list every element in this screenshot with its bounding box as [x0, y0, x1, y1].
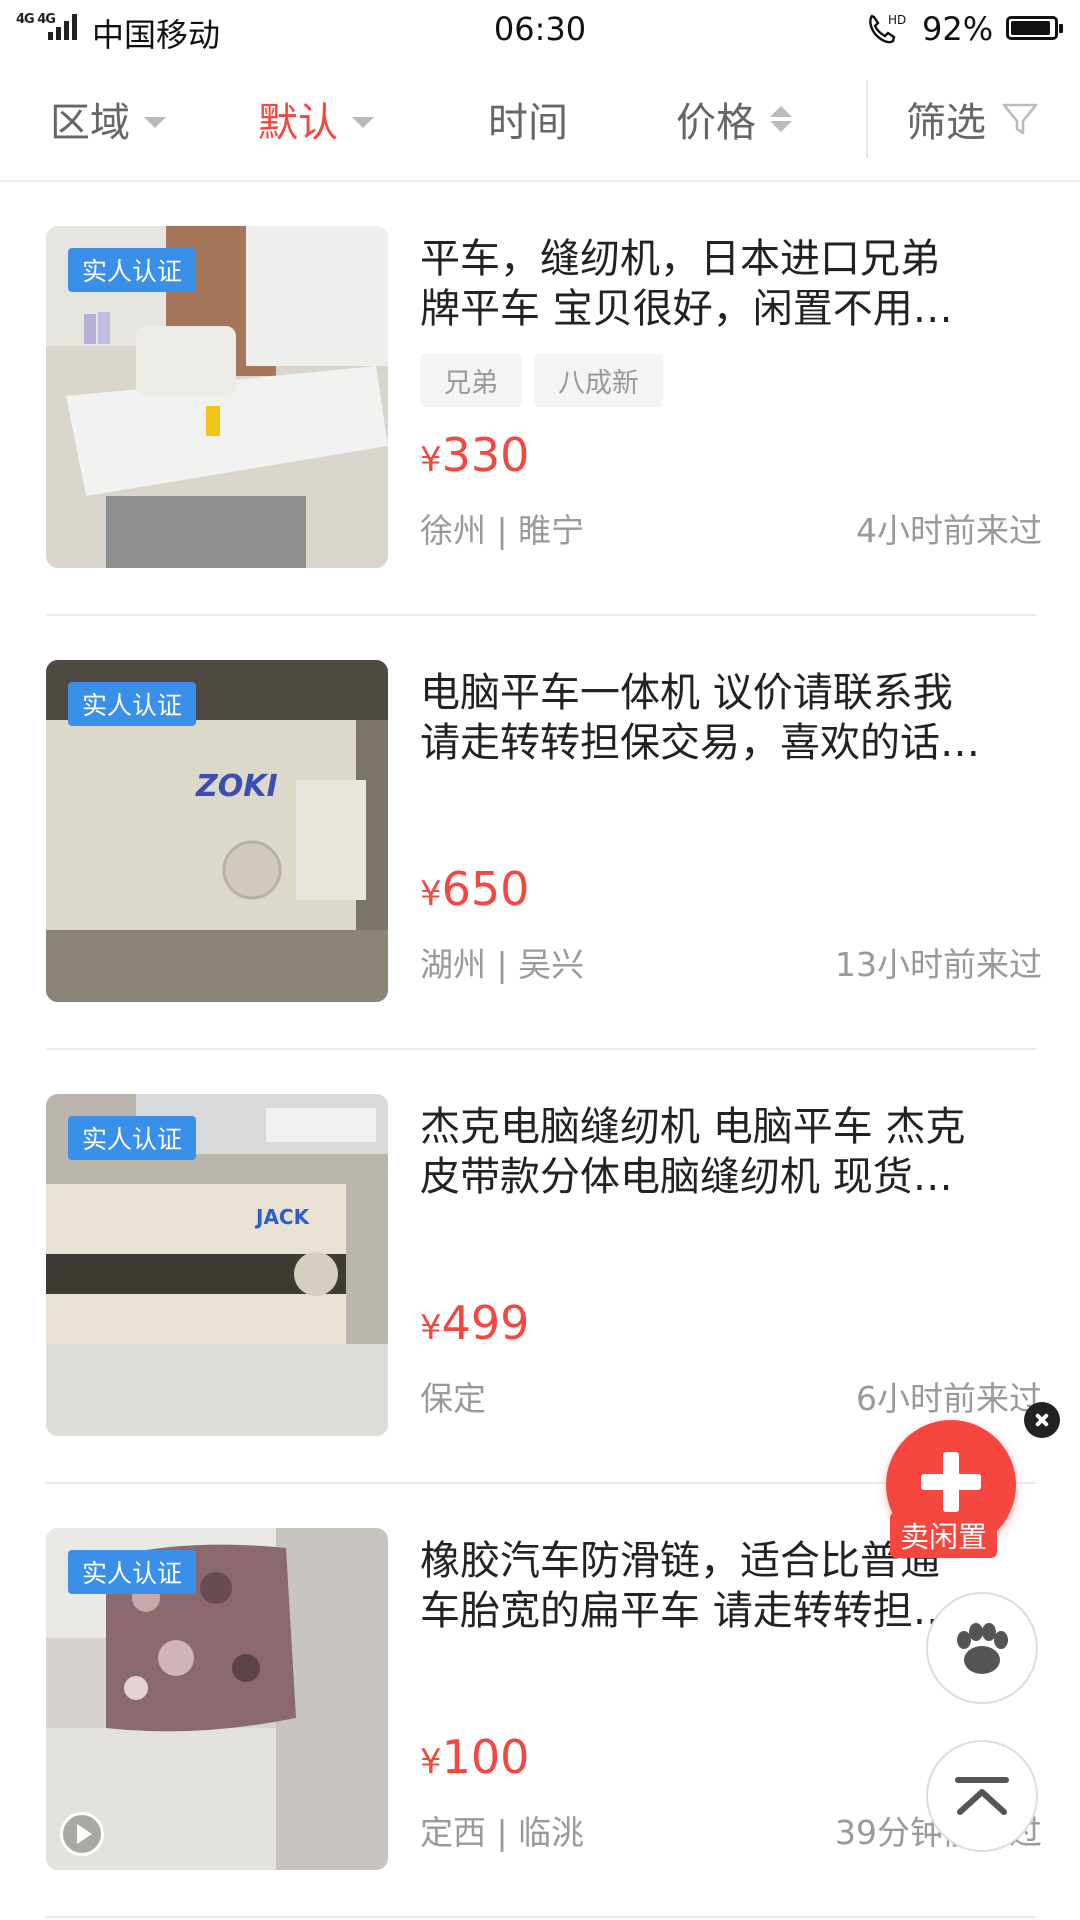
paw-button[interactable]	[926, 1592, 1038, 1704]
list-item[interactable]: 实人认证 平车，缝纫机，日本进口兄弟 牌平车 宝贝很好，闲置不用… 兄弟 八成新…	[46, 182, 1042, 614]
item-title-line: 牌平车 宝贝很好，闲置不用…	[420, 286, 953, 332]
tag: 八成新	[534, 354, 663, 407]
plus-icon-bar	[921, 1474, 981, 1490]
currency-symbol: ¥	[420, 440, 442, 480]
item-photo[interactable]: 实人认证	[46, 1528, 388, 1870]
item-title-line: 请走转转担保交易，喜欢的话…	[420, 720, 980, 766]
filter-more-label: 筛选	[906, 100, 986, 146]
currency-symbol: ¥	[420, 1742, 442, 1782]
item-photo[interactable]: 实人认证	[46, 226, 388, 568]
funnel-icon	[1002, 103, 1038, 135]
item-location: 湖州 | 吴兴	[420, 945, 585, 984]
verified-badge: 实人认证	[68, 682, 197, 726]
currency-symbol: ¥	[420, 1308, 442, 1348]
hd-label: HD	[888, 13, 906, 27]
divider	[46, 1916, 1036, 1918]
item-title-line: 杰克电脑缝纫机 电脑平车 杰克	[420, 1104, 966, 1150]
filter-default-label: 默认	[258, 100, 338, 146]
price-value: 100	[441, 1730, 530, 1784]
hd-call-icon: HD	[869, 13, 906, 44]
clock: 06:30	[493, 10, 587, 48]
item-price: ¥100	[420, 1730, 529, 1784]
status-bar: 4G 4G 中国移动 06:30 HD 92%	[0, 0, 1080, 58]
item-location: 保定	[420, 1379, 486, 1418]
price-value: 330	[441, 428, 530, 482]
filter-divider	[866, 80, 868, 158]
list-item[interactable]: 实人认证 橡胶汽车防滑链，适合比普通 车胎宽的扁平车 请走转转担… ¥100 定…	[46, 1484, 1042, 1916]
seller-last-seen: 6小时前来过	[856, 1379, 1042, 1418]
item-price: ¥330	[420, 428, 529, 482]
list-item[interactable]: JACK 实人认证 杰克电脑缝纫机 电脑平车 杰克 皮带款分体电脑缝纫机 现货……	[46, 1050, 1042, 1482]
price-value: 499	[441, 1296, 530, 1350]
item-location: 徐州 | 睢宁	[420, 511, 585, 550]
verified-badge: 实人认证	[68, 248, 197, 292]
filter-price-label: 价格	[676, 100, 756, 146]
seller-last-seen: 4小时前来过	[856, 511, 1042, 550]
item-price: ¥499	[420, 1296, 529, 1350]
seller-last-seen: 13小时前来过	[835, 945, 1042, 984]
close-icon[interactable]	[1024, 1402, 1060, 1438]
tag: 兄弟	[420, 354, 522, 407]
play-icon[interactable]	[60, 1812, 104, 1856]
filter-bar: 区域 默认 时间 价格 筛选	[0, 58, 1080, 182]
filter-region[interactable]: 区域	[50, 90, 166, 148]
filter-more[interactable]: 筛选	[906, 90, 1040, 148]
filter-time-label: 时间	[488, 100, 568, 146]
list-item[interactable]: ZOKI 实人认证 电脑平车一体机 议价请联系我 请走转转担保交易，喜欢的话… …	[46, 616, 1042, 1048]
item-title-line: 电脑平车一体机 议价请联系我	[420, 670, 953, 716]
item-title[interactable]: 杰克电脑缝纫机 电脑平车 杰克 皮带款分体电脑缝纫机 现货…	[420, 1102, 1024, 1202]
price-value: 650	[441, 862, 530, 916]
paw-icon	[957, 1623, 1008, 1674]
back-to-top-icon	[955, 1777, 1009, 1815]
item-tags: 兄弟 八成新	[420, 354, 663, 407]
item-photo[interactable]: ZOKI 实人认证	[46, 660, 388, 1002]
brand-label: ZOKI	[195, 769, 278, 804]
battery-fill	[1011, 21, 1050, 35]
item-title-line: 皮带款分体电脑缝纫机 现货…	[420, 1154, 953, 1200]
sort-icon	[770, 106, 792, 132]
item-title[interactable]: 电脑平车一体机 议价请联系我 请走转转担保交易，喜欢的话…	[420, 668, 1024, 768]
brand-label: JACK	[254, 1205, 311, 1229]
battery-percent: 92%	[922, 10, 994, 48]
filter-default[interactable]: 默认	[258, 90, 374, 148]
item-photo[interactable]: JACK 实人认证	[46, 1094, 388, 1436]
verified-badge: 实人认证	[68, 1116, 197, 1160]
back-to-top-button[interactable]	[926, 1740, 1038, 1852]
item-title[interactable]: 平车，缝纫机，日本进口兄弟 牌平车 宝贝很好，闲置不用…	[420, 234, 1024, 334]
item-location: 定西 | 临洮	[420, 1813, 585, 1852]
verified-badge: 实人认证	[68, 1550, 197, 1594]
chevron-down-icon	[352, 116, 374, 128]
filter-price[interactable]: 价格	[676, 90, 792, 148]
item-price: ¥650	[420, 862, 529, 916]
filter-region-label: 区域	[50, 100, 130, 146]
currency-symbol: ¥	[420, 874, 442, 914]
battery-icon	[1006, 16, 1063, 40]
sell-button-label[interactable]: 卖闲置	[890, 1512, 998, 1558]
item-title-line: 平车，缝纫机，日本进口兄弟	[420, 236, 940, 282]
filter-time[interactable]: 时间	[488, 90, 568, 148]
chevron-down-icon	[144, 116, 166, 128]
